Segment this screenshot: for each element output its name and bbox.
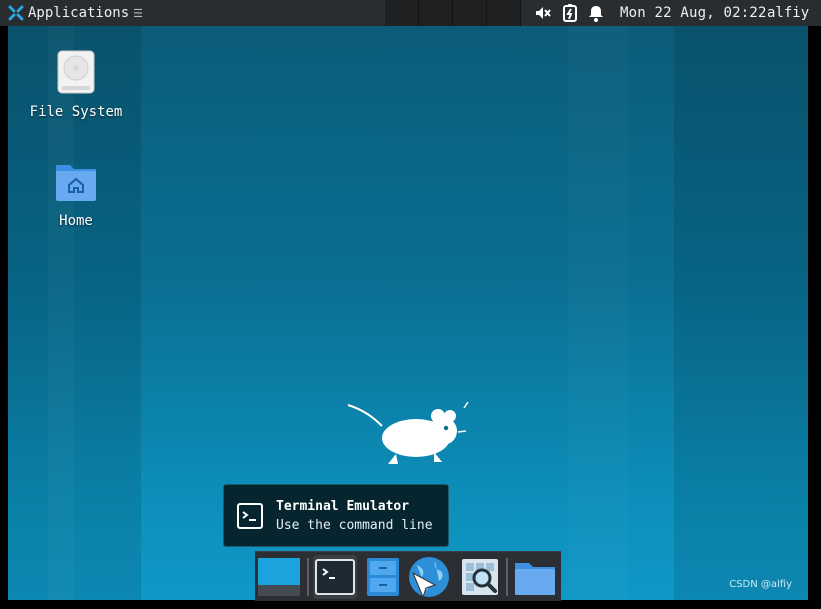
web-browser-icon [409, 557, 449, 599]
tooltip-title: Terminal Emulator [276, 499, 410, 514]
notification-bell-icon[interactable] [588, 4, 604, 22]
workspace-2[interactable] [419, 0, 453, 26]
xfce-logo-icon [8, 5, 24, 21]
desktop-icon-file-system[interactable]: File System [26, 50, 126, 120]
clock[interactable]: Mon 22 Aug, 02:22 [620, 0, 767, 26]
terminal-icon [237, 503, 263, 529]
terminal-icon [315, 559, 355, 595]
home-folder-icon [56, 165, 96, 201]
system-tray [534, 0, 604, 26]
watermark: CSDN @alfiy [729, 579, 792, 590]
wallpaper-band [568, 26, 628, 600]
desktop-icon-label: Home [59, 213, 93, 229]
menu-extra: ☰ [133, 6, 144, 20]
workspace-3[interactable] [453, 0, 487, 26]
top-panel: Applications ☰ Mon 22 Aug, 02:22 alfiy [0, 0, 821, 26]
wallpaper-band [674, 26, 808, 600]
workspace-1[interactable] [385, 0, 419, 26]
dock-separator [307, 558, 309, 596]
hard-drive-icon [57, 50, 95, 94]
dock-item-file-manager[interactable] [361, 555, 405, 599]
dock-item-show-desktop[interactable] [257, 555, 301, 599]
dock-item-web-browser[interactable] [407, 555, 451, 599]
dock-separator [506, 558, 508, 596]
file-manager-icon [367, 558, 399, 596]
workspace-switcher[interactable] [385, 0, 523, 26]
volume-muted-icon[interactable] [534, 4, 552, 22]
tooltip-subtitle: Use the command line [276, 518, 433, 533]
tooltip-terminal: Terminal Emulator Use the command line [223, 484, 449, 547]
dock-item-folder[interactable] [513, 555, 557, 599]
dock [255, 551, 561, 601]
dock-item-terminal[interactable] [313, 555, 357, 599]
app-finder-icon [462, 559, 498, 595]
user-menu[interactable]: alfiy [767, 0, 809, 26]
desktop-icon-label: File System [29, 104, 123, 120]
battery-charging-icon[interactable] [562, 4, 578, 22]
folder-icon [515, 563, 555, 595]
show-desktop-icon [258, 558, 300, 596]
applications-label: Applications [28, 5, 130, 21]
applications-menu[interactable]: Applications ☰ [8, 0, 143, 26]
dock-item-app-finder[interactable] [458, 555, 502, 599]
workspace-4[interactable] [487, 0, 521, 26]
desktop-icon-home[interactable]: Home [26, 159, 126, 229]
xfce-mouse-logo [347, 402, 469, 464]
